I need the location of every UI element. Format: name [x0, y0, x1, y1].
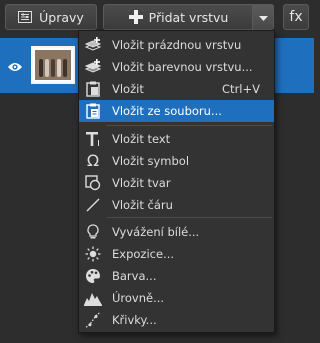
curve-icon — [84, 311, 102, 329]
menu-item-urovne[interactable]: Úrovně... — [79, 287, 274, 309]
menu-item-vlozit-caru[interactable]: Vložit čáru — [79, 194, 274, 216]
plus-icon — [128, 10, 143, 24]
menu-item-vlozit-prazdnou-vrstvu[interactable]: Vložit prázdnou vrstvu — [79, 34, 274, 56]
paste-from-file-icon — [84, 102, 102, 120]
menu-item-label: Vložit barevnou vrstvu... — [112, 60, 253, 74]
menu-item-barva[interactable]: Barva... — [79, 265, 274, 287]
menu-item-label: Barva... — [112, 269, 157, 283]
menu-item-label: Vložit ze souboru... — [112, 104, 222, 118]
paste-icon — [84, 80, 102, 98]
eye-visibility-icon[interactable] — [7, 58, 23, 77]
chevron-down-icon — [258, 10, 268, 25]
add-layer-button[interactable]: Přidat vrstvu — [103, 4, 253, 30]
menu-item-label: Křivky... — [112, 313, 157, 327]
add-layer-menu: Vložit prázdnou vrstvu Vložit barevnou vr… — [78, 30, 275, 333]
adjustments-button[interactable]: Úpravy — [5, 4, 97, 30]
add-layer-dropdown-button[interactable] — [252, 4, 274, 30]
color-layer-icon — [84, 58, 102, 76]
menu-item-label: Vložit text — [112, 132, 171, 146]
menu-item-label: Vložit symbol — [112, 154, 190, 168]
menu-item-vyvazeni-bile[interactable]: Vyvážení bílé... — [79, 221, 274, 243]
sun-icon — [84, 245, 102, 263]
palette-icon — [84, 267, 102, 285]
fx-label: fx — [289, 9, 303, 25]
fx-button[interactable]: fx — [283, 4, 309, 30]
menu-item-label: Expozice... — [112, 247, 175, 261]
line-icon — [84, 196, 102, 214]
menu-item-vlozit-symbol[interactable]: Ω Vložit symbol — [79, 150, 274, 172]
menu-item-label: Vložit tvar — [112, 176, 171, 190]
menu-item-label: Vyvážení bílé... — [112, 225, 200, 239]
menu-separator — [107, 125, 272, 126]
menu-item-label: Vložit čáru — [112, 198, 173, 212]
menu-item-vlozit-tvar[interactable]: Vložit tvar — [79, 172, 274, 194]
menu-item-vlozit-ze-souboru[interactable]: Vložit ze souboru... — [79, 100, 274, 122]
menu-separator — [107, 217, 272, 218]
menu-item-krivky[interactable]: Křivky... — [79, 309, 274, 331]
layer-thumbnail — [31, 46, 75, 84]
menu-item-label: Vložit — [112, 82, 144, 96]
menu-item-label: Úrovně... — [112, 291, 165, 305]
adjustments-icon — [18, 11, 33, 23]
empty-layer-icon — [84, 36, 102, 54]
shape-icon — [84, 174, 102, 192]
menu-item-expozice[interactable]: Expozice... — [79, 243, 274, 265]
omega-symbol-icon: Ω — [86, 151, 100, 170]
text-icon — [84, 130, 102, 148]
menu-item-vlozit-barevnou-vrstvu[interactable]: Vložit barevnou vrstvu... — [79, 56, 274, 78]
menu-item-shortcut: Ctrl+V — [222, 82, 260, 96]
menu-item-label: Vložit prázdnou vrstvu — [112, 38, 242, 52]
adjustments-label: Úpravy — [39, 9, 84, 25]
bulb-icon — [84, 223, 102, 241]
menu-item-vlozit-text[interactable]: Vložit text — [79, 128, 274, 150]
menu-item-vlozit[interactable]: Vložit Ctrl+V — [79, 78, 274, 100]
add-layer-label: Přidat vrstvu — [148, 9, 229, 25]
histogram-icon — [84, 289, 102, 307]
